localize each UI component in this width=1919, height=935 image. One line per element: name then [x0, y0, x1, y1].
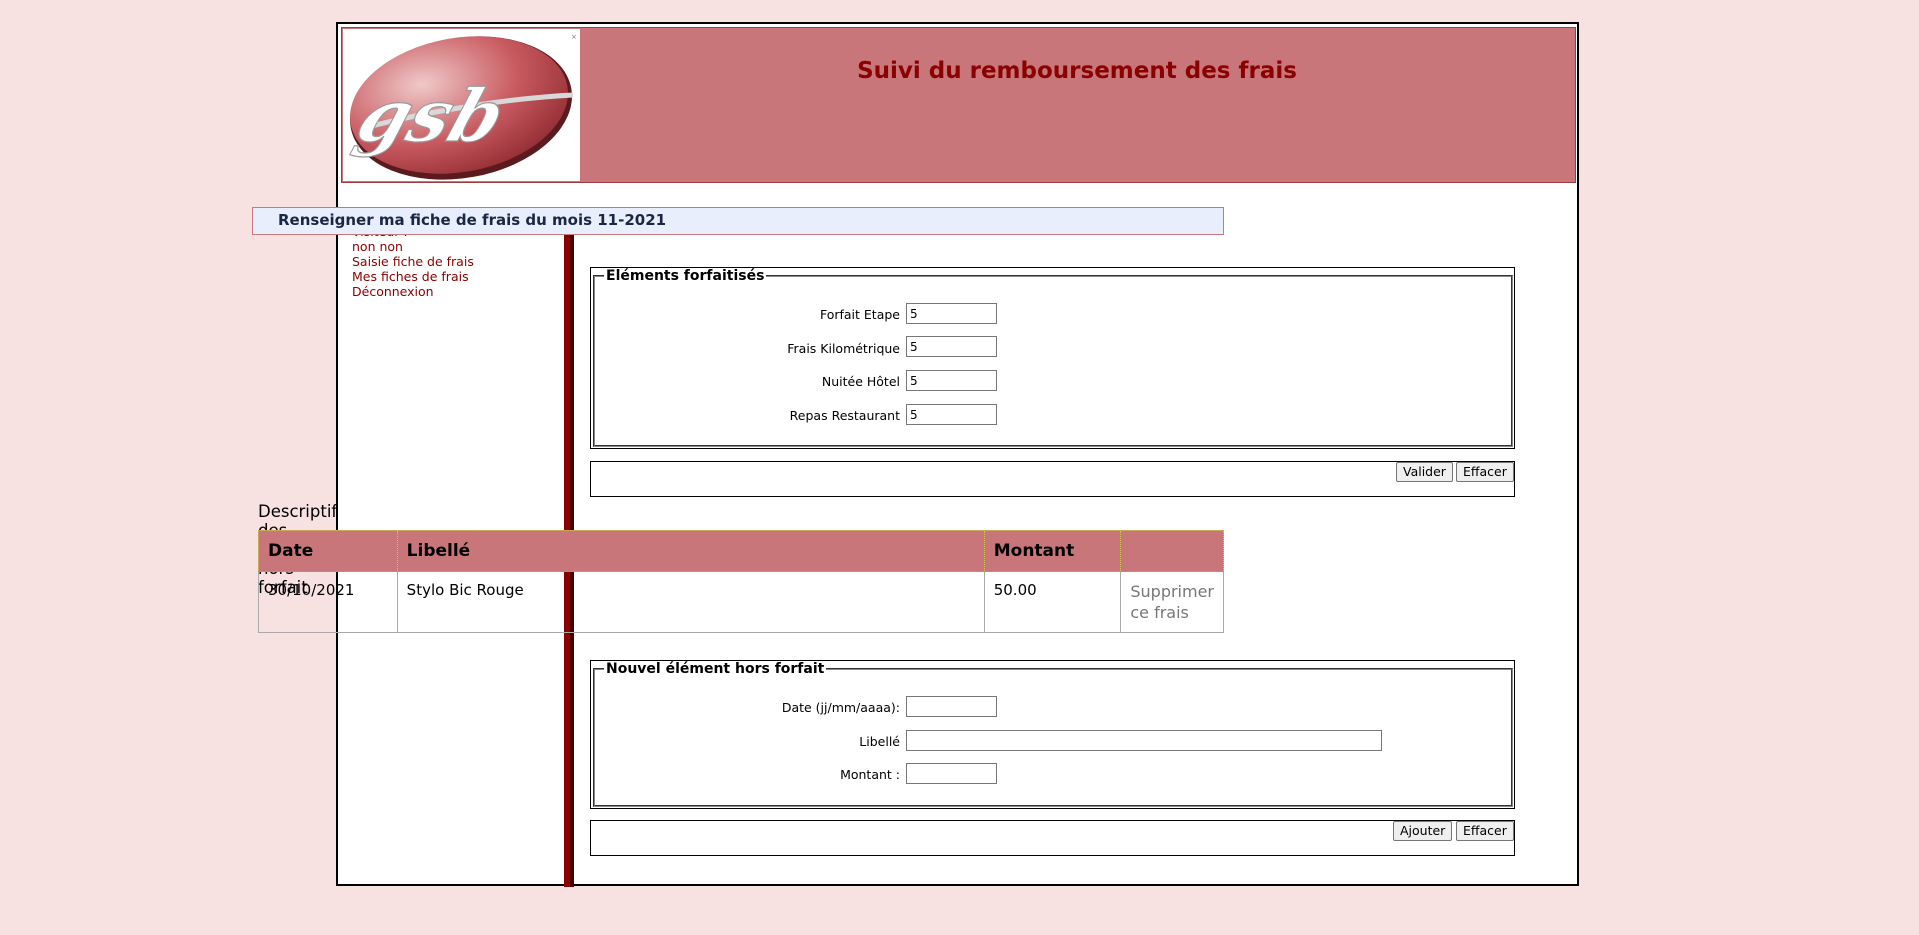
forfait-legend: Eléments forfaitisés	[606, 268, 765, 284]
new-libelle-input[interactable]	[906, 730, 1382, 751]
visitor-name: non non	[352, 239, 403, 254]
menu-item-mes-fiches[interactable]: Mes fiches de frais	[352, 269, 469, 284]
frais-kilometrique-input[interactable]	[906, 336, 997, 357]
row-date: 30/10/2021	[258, 571, 398, 633]
row-libelle: Stylo Bic Rouge	[396, 571, 985, 633]
table-row: 30/10/2021 Stylo Bic Rouge 50.00 Supprim…	[258, 571, 1224, 633]
hors-forfait-table: Date Libellé Montant 30/10/2021 Stylo Bi…	[258, 530, 1224, 633]
menu-item-deconnexion[interactable]: Déconnexion	[352, 284, 434, 299]
svg-text:×: ×	[571, 33, 577, 41]
new-date-label: Date (jj/mm/aaaa):	[781, 700, 900, 715]
supprimer-frais-link[interactable]: Supprimer ce frais	[1120, 571, 1224, 633]
forfait-etape-label: Forfait Etape	[819, 307, 900, 322]
new-element-button-bar	[590, 820, 1515, 856]
repas-restaurant-label: Repas Restaurant	[789, 408, 900, 423]
site-title: Suivi du remboursement des frais	[857, 58, 1297, 84]
col-montant: Montant	[984, 530, 1122, 572]
new-date-input[interactable]	[906, 696, 997, 717]
svg-text:gsb: gsb	[347, 75, 515, 159]
gsb-logo: gsb ×	[343, 29, 580, 181]
repas-restaurant-input[interactable]	[906, 404, 997, 425]
forfait-button-bar	[590, 461, 1515, 497]
col-action	[1120, 530, 1224, 572]
new-element-legend: Nouvel élément hors forfait	[606, 661, 825, 677]
nuitee-hotel-input[interactable]	[906, 370, 997, 391]
row-montant: 50.00	[983, 571, 1122, 633]
left-menu: Visiteur : non non Saisie fiche de frais…	[352, 224, 474, 299]
new-libelle-label: Libellé	[859, 734, 900, 749]
header: gsb × Suivi du remboursement des frais	[341, 27, 1576, 183]
ajouter-button[interactable]: Ajouter	[1393, 821, 1453, 841]
menu-item-saisie-fiche[interactable]: Saisie fiche de frais	[352, 254, 474, 269]
col-date: Date	[258, 530, 398, 572]
effacer-new-button[interactable]: Effacer	[1456, 821, 1514, 841]
col-libelle: Libellé	[397, 530, 985, 572]
new-montant-label: Montant :	[840, 767, 900, 782]
effacer-forfait-button[interactable]: Effacer	[1456, 462, 1514, 482]
form-title: Renseigner ma fiche de frais du mois 11-…	[252, 207, 1224, 235]
frais-kilometrique-label: Frais Kilométrique	[787, 341, 900, 356]
valider-button[interactable]: Valider	[1396, 462, 1453, 482]
nuitee-hotel-label: Nuitée Hôtel	[821, 374, 900, 389]
new-montant-input[interactable]	[906, 763, 997, 784]
forfait-etape-input[interactable]	[906, 303, 997, 324]
